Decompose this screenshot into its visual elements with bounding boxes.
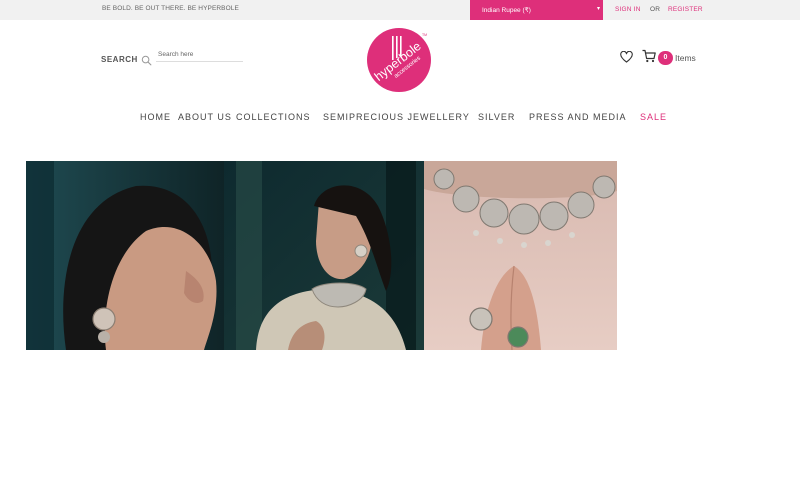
nav-press-and-media[interactable]: PRESS AND MEDIA <box>529 112 627 122</box>
or-separator: OR <box>650 6 661 13</box>
nav-about-us[interactable]: ABOUT US <box>178 112 232 122</box>
hyperbole-logo[interactable]: hyperbole accessories TM <box>366 27 432 93</box>
cart-icon[interactable] <box>642 49 656 63</box>
hero-banner[interactable] <box>26 161 617 350</box>
currency-select[interactable]: Indian Rupee (₹) ▾ <box>470 0 603 20</box>
cart-count-badge[interactable]: 0 <box>658 51 673 65</box>
top-bar: BE BOLD. BE OUT THERE. BE HYPERBOLE Indi… <box>0 0 800 20</box>
currency-value: Indian Rupee (₹) <box>482 7 531 14</box>
logo-tm: TM <box>422 33 427 37</box>
cart-items-label[interactable]: Items <box>675 53 696 63</box>
search-input[interactable] <box>156 48 243 62</box>
heart-icon[interactable] <box>620 51 633 63</box>
sign-in-link[interactable]: SIGN IN <box>615 6 641 13</box>
register-link[interactable]: REGISTER <box>668 6 703 13</box>
nav-home[interactable]: HOME <box>140 112 171 122</box>
search-icon[interactable] <box>141 55 152 66</box>
search-label: SEARCH <box>101 55 138 64</box>
chevron-down-icon: ▾ <box>596 6 600 12</box>
nav-sale[interactable]: SALE <box>640 112 667 122</box>
nav-collections[interactable]: COLLECTIONS <box>236 112 311 122</box>
nav-semiprecious-jewellery[interactable]: SEMIPRECIOUS JEWELLERY <box>323 112 470 122</box>
nav-silver[interactable]: SILVER <box>478 112 515 122</box>
banner-photo-collage <box>26 161 617 350</box>
tagline: BE BOLD. BE OUT THERE. BE HYPERBOLE <box>102 5 239 12</box>
